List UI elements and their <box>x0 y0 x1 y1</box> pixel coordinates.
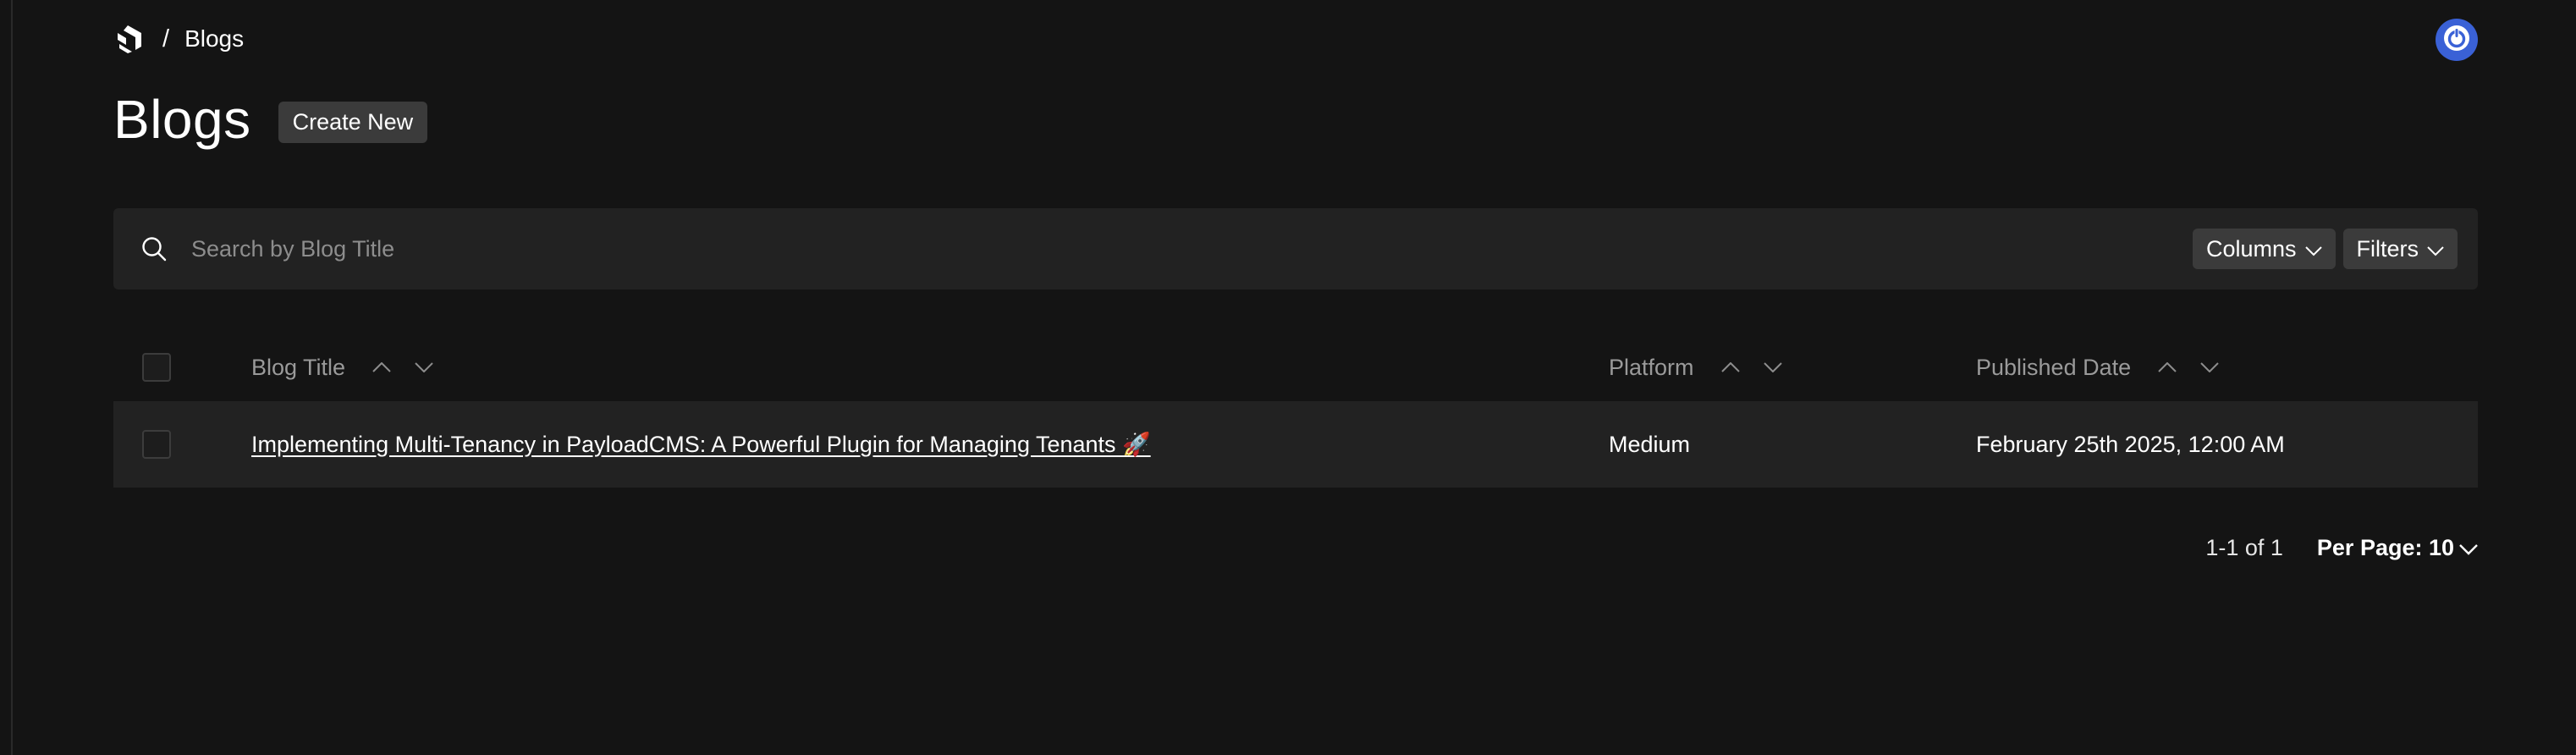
blog-title-cell: Implementing Multi-Tenancy in PayloadCMS… <box>251 431 1151 458</box>
chevron-down-icon <box>2427 236 2444 262</box>
page-title: Blogs <box>113 89 251 150</box>
search-input[interactable] <box>190 234 2193 263</box>
column-header-published-date: Published Date <box>1976 355 2222 381</box>
payload-logo-icon[interactable] <box>113 23 146 55</box>
column-label: Blog Title <box>251 354 346 380</box>
power-icon <box>2442 24 2471 57</box>
breadcrumb-current: Blogs <box>184 25 245 52</box>
row-select-checkbox[interactable] <box>142 430 171 459</box>
chevron-down-icon <box>2304 236 2322 262</box>
filters-button[interactable]: Filters <box>2342 229 2458 269</box>
page-range-text: 1-1 of 1 <box>2205 535 2283 560</box>
blog-title-link[interactable]: Implementing Multi-Tenancy in PayloadCMS… <box>251 432 1151 457</box>
column-label: Platform <box>1609 354 1694 380</box>
platform-cell: Medium <box>1609 431 1691 457</box>
table-row: Implementing Multi-Tenancy in PayloadCMS… <box>113 401 2478 488</box>
chevron-up-icon <box>2158 362 2177 372</box>
search-icon <box>139 234 169 264</box>
per-page-dropdown[interactable]: Per Page: 10 <box>2317 535 2478 561</box>
chevron-down-icon <box>1763 362 1782 372</box>
columns-button[interactable]: Columns <box>2192 229 2336 269</box>
chevron-up-icon <box>372 362 391 372</box>
sort-descending-button[interactable] <box>411 355 437 380</box>
columns-label: Columns <box>2205 235 2297 262</box>
page-header: Blogs Create New <box>113 88 428 151</box>
column-header-platform: Platform <box>1609 355 1786 381</box>
column-label: Published Date <box>1976 354 2132 380</box>
account-button[interactable] <box>2436 19 2478 61</box>
blogs-table: Blog Title Platform Published Date Imple… <box>113 333 2478 488</box>
filters-label: Filters <box>2356 235 2419 262</box>
sort-descending-button[interactable] <box>2197 355 2222 380</box>
toolbar-buttons: Columns Filters <box>2192 229 2458 269</box>
breadcrumb-separator: / <box>162 25 170 52</box>
chevron-down-icon <box>415 362 433 372</box>
create-new-button[interactable]: Create New <box>278 101 428 143</box>
sort-ascending-button[interactable] <box>2155 355 2180 380</box>
sort-ascending-button[interactable] <box>1718 355 1743 380</box>
published-date-cell: February 25th 2025, 12:00 AM <box>1976 431 2285 457</box>
pagination: 1-1 of 1 Per Page: 10 <box>2205 535 2478 561</box>
chevron-up-icon <box>1720 362 1740 372</box>
chevron-down-icon <box>2200 362 2219 372</box>
chevron-down-icon <box>2459 535 2478 561</box>
sort-ascending-button[interactable] <box>369 355 394 380</box>
breadcrumb: / Blogs <box>113 20 2478 58</box>
per-page-label: Per Page: 10 <box>2316 535 2454 560</box>
table-header-row: Blog Title Platform Published Date <box>113 333 2478 401</box>
nav-collapsed-edge <box>0 0 13 755</box>
list-controls: Columns Filters <box>113 208 2478 289</box>
select-all-checkbox[interactable] <box>142 353 171 382</box>
sort-descending-button[interactable] <box>1760 355 1786 380</box>
column-header-blog-title: Blog Title <box>251 355 437 381</box>
